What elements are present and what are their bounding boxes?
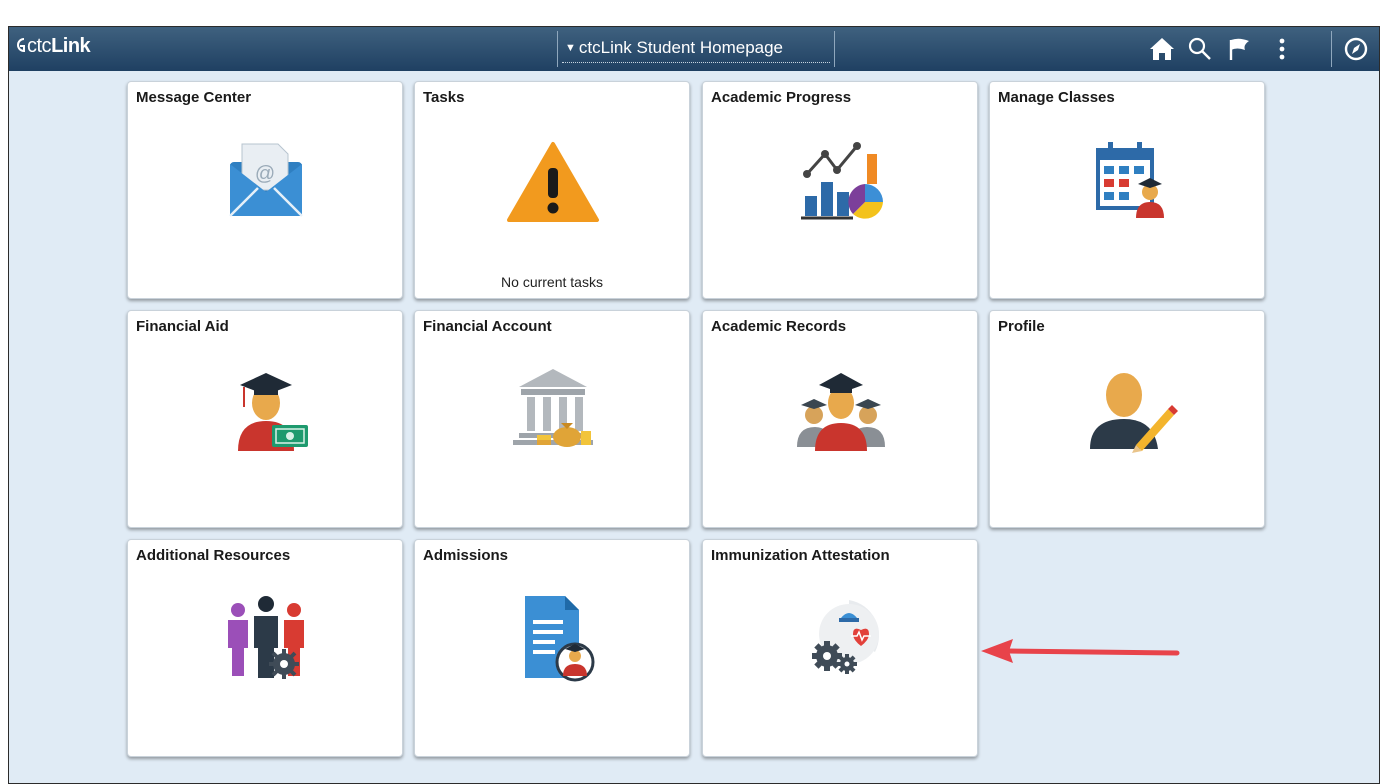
tile-immunization-attestation[interactable]: Immunization Attestation: [702, 539, 978, 757]
profile-edit-icon: [1090, 373, 1178, 453]
navbar: ctcLink ▼ ctcLink Student Homepage: [9, 27, 1379, 71]
calendar-student-icon: [1096, 142, 1164, 218]
health-gears-icon: [812, 600, 880, 674]
caret-down-icon: ▼: [565, 42, 576, 54]
search-icon[interactable]: [1185, 35, 1215, 63]
charts-icon: [801, 142, 883, 220]
tile-title: Academic Records: [711, 318, 847, 335]
logo-text-prefix: ctc: [27, 35, 52, 57]
actions-menu-icon[interactable]: [1267, 35, 1297, 63]
tile-additional-resources[interactable]: Additional Resources: [127, 539, 403, 757]
tile-profile[interactable]: Profile: [989, 310, 1265, 528]
flag-icon[interactable]: [1225, 35, 1255, 63]
tile-title: Tasks: [423, 89, 465, 106]
bank-icon: [513, 369, 593, 447]
tasks-status: No current tasks: [501, 274, 603, 290]
tile-tasks[interactable]: Tasks No current tasks: [414, 81, 690, 299]
tile-title: Financial Account: [423, 318, 552, 335]
tile-title: Immunization Attestation: [711, 547, 890, 564]
graduate-money-icon: [238, 373, 308, 451]
tile-title: Additional Resources: [136, 547, 291, 564]
people-gear-icon: [228, 596, 304, 679]
tile-admissions[interactable]: Admissions: [414, 539, 690, 757]
ctclink-logo-mark: [17, 38, 25, 53]
app-window: ctcLink ▼ ctcLink Student Homepage Messa…: [8, 26, 1380, 784]
tile-title: Message Center: [136, 89, 252, 106]
tile-title: Profile: [998, 318, 1045, 335]
homepage-selector-wrap: ▼ ctcLink Student Homepage: [557, 31, 835, 67]
svg-text:@: @: [255, 163, 275, 185]
tile-message-center[interactable]: Message Center @: [127, 81, 403, 299]
homepage-title: ctcLink Student Homepage: [578, 38, 784, 57]
envelope-icon: @: [229, 143, 303, 217]
ctclink-logo[interactable]: ctcLink: [13, 35, 91, 58]
document-student-icon: [525, 596, 595, 682]
graduates-group-icon: [797, 373, 885, 451]
homepage-selector[interactable]: ▼ ctcLink Student Homepage: [562, 37, 830, 63]
warning-icon: [507, 142, 599, 222]
logo-text-bold: Link: [51, 35, 91, 57]
navbar-compass-icon[interactable]: [1341, 35, 1371, 63]
tile-title: Academic Progress: [711, 89, 852, 106]
tile-manage-classes[interactable]: Manage Classes: [989, 81, 1265, 299]
tile-academic-progress[interactable]: Academic Progress: [702, 81, 978, 299]
annotation-arrow: [981, 639, 1180, 663]
tile-title: Manage Classes: [998, 89, 1115, 106]
tile-financial-account[interactable]: Financial Account: [414, 310, 690, 528]
tile-academic-records[interactable]: Academic Records: [702, 310, 978, 528]
header-separator: [1331, 31, 1332, 67]
tile-title: Admissions: [423, 547, 509, 564]
tile-title: Financial Aid: [136, 318, 229, 335]
tile-financial-aid[interactable]: Financial Aid: [127, 310, 403, 528]
home-icon[interactable]: [1147, 35, 1177, 63]
